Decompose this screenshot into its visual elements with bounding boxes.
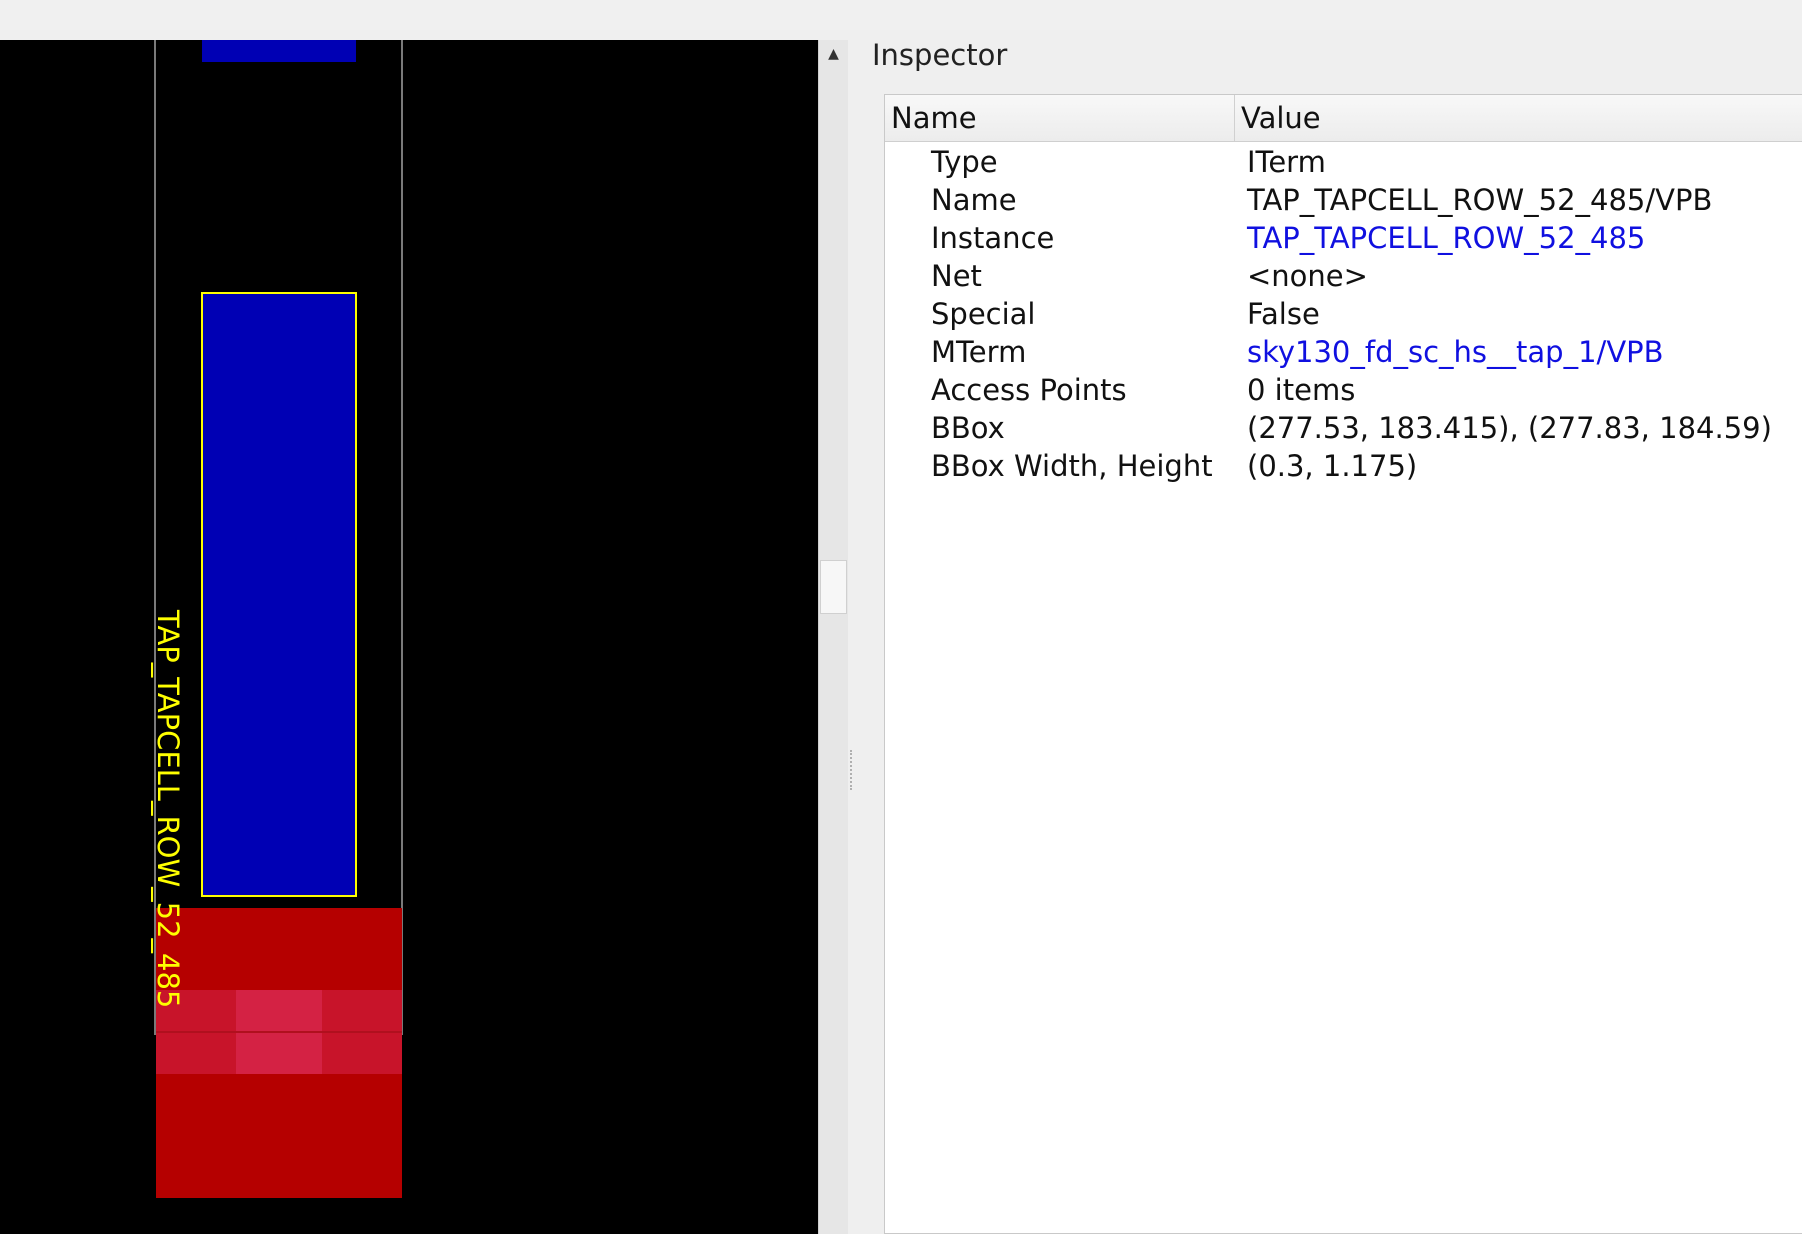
selected-pin-vpb[interactable] bbox=[201, 292, 357, 897]
instance-link[interactable]: TAP_TAPCELL_ROW_52_485 bbox=[1247, 221, 1645, 255]
property-key: BBox bbox=[931, 411, 1005, 445]
canvas-background bbox=[0, 40, 818, 1234]
property-rows: Type ITerm Name TAP_TAPCELL_ROW_52_485/V… bbox=[885, 143, 1802, 485]
property-value: ITerm bbox=[1247, 145, 1326, 179]
panel-splitter[interactable] bbox=[848, 40, 854, 1234]
triangle-up-icon[interactable]: ▲ bbox=[819, 40, 848, 68]
property-row-bbox[interactable]: BBox (277.53, 183.415), (277.83, 184.59) bbox=[885, 409, 1802, 447]
tree-header: Name Value bbox=[885, 95, 1802, 142]
property-row-access-points[interactable]: Access Points 0 items bbox=[885, 371, 1802, 409]
column-header-name[interactable]: Name bbox=[891, 101, 977, 135]
splitter-grip-icon[interactable] bbox=[850, 750, 854, 790]
property-key: Access Points bbox=[931, 373, 1127, 407]
property-value: <none> bbox=[1247, 259, 1368, 293]
column-header-value[interactable]: Value bbox=[1241, 101, 1321, 135]
instance-label: TAP_TAPCELL_ROW_52_485 bbox=[151, 609, 185, 1008]
inspector-panel: Inspector Name Value Type ITerm Name TAP… bbox=[856, 30, 1802, 1234]
property-value: (0.3, 1.175) bbox=[1247, 449, 1418, 483]
layout-view[interactable]: TAP_TAPCELL_ROW_52_485 bbox=[0, 40, 818, 1234]
property-value: (277.53, 183.415), (277.83, 184.59) bbox=[1247, 411, 1772, 445]
property-row-instance[interactable]: Instance TAP_TAPCELL_ROW_52_485 bbox=[885, 219, 1802, 257]
property-row-type[interactable]: Type ITerm bbox=[885, 143, 1802, 181]
property-key: Type bbox=[931, 145, 998, 179]
property-row-bbox-size[interactable]: BBox Width, Height (0.3, 1.175) bbox=[885, 447, 1802, 485]
property-value: 0 items bbox=[1247, 373, 1356, 407]
layout-canvas[interactable]: TAP_TAPCELL_ROW_52_485 bbox=[0, 40, 818, 1234]
property-row-mterm[interactable]: MTerm sky130_fd_sc_hs__tap_1/VPB bbox=[885, 333, 1802, 371]
property-row-name[interactable]: Name TAP_TAPCELL_ROW_52_485/VPB bbox=[885, 181, 1802, 219]
property-key: Special bbox=[931, 297, 1036, 331]
top-toolbar-strip bbox=[0, 0, 1802, 31]
vertical-scrollbar[interactable]: ▲ bbox=[818, 40, 848, 1234]
property-value: False bbox=[1247, 297, 1320, 331]
pin-shape-top[interactable] bbox=[202, 40, 356, 62]
property-key: MTerm bbox=[931, 335, 1027, 369]
scrollbar-thumb[interactable] bbox=[820, 560, 847, 614]
property-value: TAP_TAPCELL_ROW_52_485/VPB bbox=[1247, 183, 1713, 217]
inspector-title: Inspector bbox=[872, 38, 1008, 72]
mterm-link[interactable]: sky130_fd_sc_hs__tap_1/VPB bbox=[1247, 335, 1664, 369]
property-row-special[interactable]: Special False bbox=[885, 295, 1802, 333]
property-row-net[interactable]: Net <none> bbox=[885, 257, 1802, 295]
column-separator[interactable] bbox=[1234, 95, 1235, 141]
property-key: BBox Width, Height bbox=[931, 449, 1213, 483]
property-key: Instance bbox=[931, 221, 1055, 255]
property-key: Name bbox=[931, 183, 1017, 217]
property-key: Net bbox=[931, 259, 982, 293]
inspector-tree[interactable]: Name Value Type ITerm Name TAP_TAPCELL_R… bbox=[884, 94, 1802, 1234]
